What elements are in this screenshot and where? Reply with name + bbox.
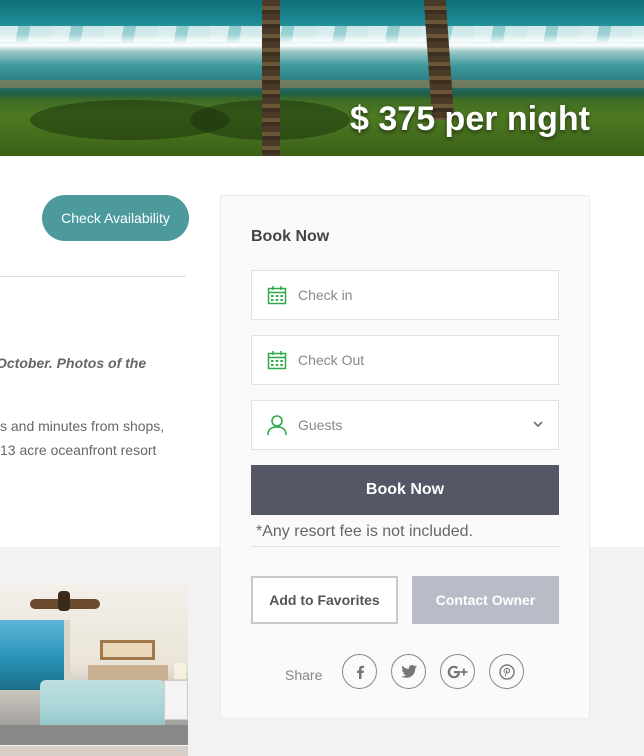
booking-card: Book Now Check in Check Out Guests Book …: [220, 195, 590, 719]
hero-banner: $ 375 per night: [0, 0, 644, 156]
add-to-favorites-button[interactable]: Add to Favorites: [251, 576, 398, 624]
check-out-field[interactable]: Check Out: [251, 335, 559, 385]
wave-foam: [0, 26, 644, 42]
description-line: 13 acre oceanfront resort: [0, 442, 157, 458]
nightly-price: $ 375 per night: [350, 100, 590, 138]
bed: [40, 680, 165, 730]
twitter-icon[interactable]: [391, 654, 426, 689]
property-description: s and minutes from shops, 13 acre oceanf…: [0, 414, 186, 462]
share-label: Share: [285, 667, 323, 683]
ceiling-fan-hub: [58, 591, 70, 611]
check-in-placeholder: Check in: [298, 287, 353, 303]
guests-select[interactable]: Guests: [251, 400, 559, 450]
description-line: s and minutes from shops,: [0, 418, 165, 434]
chevron-down-icon: [532, 417, 544, 435]
pinterest-icon[interactable]: [489, 654, 524, 689]
description-highlight: October. Photos of the: [0, 355, 147, 371]
resort-fee-note: *Any resort fee is not included.: [256, 523, 474, 540]
facebook-icon[interactable]: [342, 654, 377, 689]
calendar-icon: [266, 349, 288, 371]
property-page: $ 375 per night Check Availability Octob…: [0, 0, 644, 756]
google-plus-icon[interactable]: [440, 654, 475, 689]
fee-divider: [251, 546, 559, 547]
lamp: [174, 663, 186, 679]
shoreline: [0, 80, 644, 88]
check-availability-button[interactable]: Check Availability: [42, 195, 189, 241]
check-out-placeholder: Check Out: [298, 352, 365, 368]
wall-art: [100, 640, 155, 660]
contact-owner-button[interactable]: Contact Owner: [412, 576, 559, 624]
booking-card-title: Book Now: [251, 228, 330, 245]
gallery-photo-next[interactable]: [0, 746, 188, 756]
guests-placeholder: Guests: [298, 417, 343, 433]
user-icon: [266, 414, 288, 436]
calendar-icon: [266, 284, 288, 306]
bedroom-photo[interactable]: [0, 585, 188, 745]
check-in-field[interactable]: Check in: [251, 270, 559, 320]
floor: [0, 725, 188, 745]
palm-trunk: [262, 0, 280, 156]
section-divider: [0, 276, 186, 277]
nightstand: [164, 680, 188, 720]
book-now-button[interactable]: Book Now: [251, 465, 559, 515]
